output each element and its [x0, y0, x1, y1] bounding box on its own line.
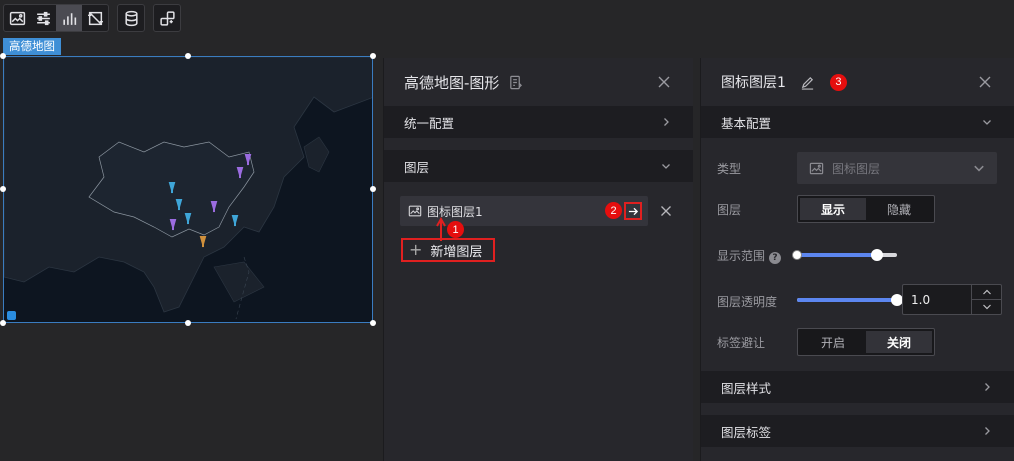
visibility-toggle: 显示 隐藏	[797, 195, 935, 223]
close-icon[interactable]	[657, 75, 671, 89]
sliders-icon	[36, 11, 50, 25]
label-avoid-toggle: 开启 关闭	[797, 328, 935, 356]
chevron-down-icon	[662, 164, 670, 169]
layer-type-select[interactable]: 图标图层	[797, 152, 997, 184]
display-range-label: 显示范围?	[717, 247, 797, 264]
panel-title: 高德地图-图形	[404, 73, 500, 92]
toolbar	[3, 4, 189, 32]
enter-layer-button[interactable]	[624, 202, 642, 220]
resize-handle-r[interactable]	[370, 186, 376, 192]
basic-config-section[interactable]: 基本配置	[701, 106, 1014, 138]
help-icon[interactable]: ?	[769, 252, 782, 264]
increment-button[interactable]	[972, 285, 1001, 299]
unified-config-section[interactable]: 统一配置	[384, 106, 693, 138]
panel-header: 高德地图-图形	[384, 58, 693, 106]
crop-icon	[87, 11, 103, 25]
resize-handle-tl[interactable]	[0, 53, 6, 59]
avoid-on-option[interactable]: 开启	[800, 331, 866, 353]
chevron-up-icon	[982, 289, 991, 295]
layer-panel-title: 图标图层1	[721, 75, 786, 91]
filter-tool-button[interactable]	[30, 5, 56, 31]
label-avoid-row: 标签避让 开启 关闭	[717, 328, 935, 356]
map-canvas	[4, 57, 372, 320]
range-min-handle[interactable]	[792, 250, 802, 260]
image-icon	[9, 11, 25, 25]
annotation-badge-1: 1	[447, 221, 464, 238]
close-icon[interactable]	[978, 75, 992, 89]
resize-handle-l[interactable]	[0, 186, 6, 192]
edit-icon[interactable]	[800, 75, 815, 90]
layer-panel-header: 图标图层1 3	[701, 58, 1014, 106]
layer-label: 图层	[717, 202, 742, 217]
annotation-badge-3: 3	[829, 73, 847, 91]
layers-section[interactable]: 图层	[384, 150, 693, 182]
opacity-fill	[797, 298, 897, 302]
arrow-right-icon	[628, 207, 638, 215]
delete-layer-icon[interactable]	[660, 205, 672, 217]
toolbar-group-data	[117, 4, 145, 32]
chevron-down-icon	[974, 165, 984, 172]
opacity-value: 1.0	[911, 292, 931, 307]
layer-visibility-row: 图层 显示 隐藏	[717, 195, 935, 223]
range-fill	[797, 253, 877, 257]
toolbar-group-widgets	[3, 4, 109, 32]
opacity-row: 图层透明度	[717, 293, 797, 310]
decrement-button[interactable]	[972, 299, 1001, 314]
plus-icon: +	[409, 240, 423, 259]
chevron-down-icon	[983, 120, 991, 125]
shape-tool-button[interactable]	[82, 5, 108, 31]
resize-handle-bl[interactable]	[0, 320, 6, 326]
layer-type-value: 图标图层	[832, 161, 881, 176]
stepper	[971, 285, 1001, 314]
image-icon	[809, 162, 824, 174]
range-max-handle[interactable]	[871, 249, 883, 261]
show-option[interactable]: 显示	[800, 198, 866, 220]
label-avoid-label: 标签避让	[717, 335, 766, 350]
toolbar-group-interaction	[153, 4, 181, 32]
layer-label-section[interactable]: 图层标签	[701, 415, 1014, 447]
layer-style-section[interactable]: 图层样式	[701, 371, 1014, 403]
interaction-button[interactable]	[154, 5, 180, 31]
chart-tool-button[interactable]	[56, 5, 82, 31]
resize-handle-br[interactable]	[370, 320, 376, 326]
display-range-row: 显示范围?	[717, 247, 797, 264]
chevron-down-icon	[982, 304, 991, 310]
opacity-slider[interactable]	[797, 294, 903, 306]
image-icon	[408, 205, 422, 217]
chevron-right-icon	[664, 118, 669, 126]
avoid-off-option[interactable]: 关闭	[866, 331, 932, 353]
resize-handle-tr[interactable]	[370, 53, 376, 59]
amap-logo-icon	[7, 311, 16, 320]
database-icon	[124, 10, 138, 26]
hide-option[interactable]: 隐藏	[866, 198, 932, 220]
type-label: 类型	[717, 161, 742, 176]
map-widget[interactable]	[3, 56, 373, 323]
resize-handle-t[interactable]	[185, 53, 191, 59]
chevron-right-icon	[985, 427, 990, 435]
display-range-slider[interactable]	[792, 249, 897, 261]
type-row: 类型 图标图层	[717, 152, 997, 184]
widget-config-panel: 高德地图-图形 统一配置 图层 图标图层1 2 + 新增图层	[383, 58, 693, 461]
chevron-right-icon	[985, 383, 990, 391]
annotation-badge-2: 2	[605, 202, 622, 219]
opacity-label: 图层透明度	[717, 295, 778, 309]
layer-config-panel: 图标图层1 3 基本配置 类型 图标图层 图层 显示 隐藏 显示范围? 图层透明…	[700, 58, 1014, 461]
opacity-number-input[interactable]: 1.0	[902, 284, 1002, 315]
resize-handle-b[interactable]	[185, 320, 191, 326]
data-source-button[interactable]	[118, 5, 144, 31]
bar-chart-icon	[62, 12, 76, 25]
image-tool-button[interactable]	[4, 5, 30, 31]
share-icon	[159, 10, 175, 26]
document-icon[interactable]	[508, 75, 523, 90]
map-widget-tag[interactable]: 高德地图	[3, 38, 61, 55]
